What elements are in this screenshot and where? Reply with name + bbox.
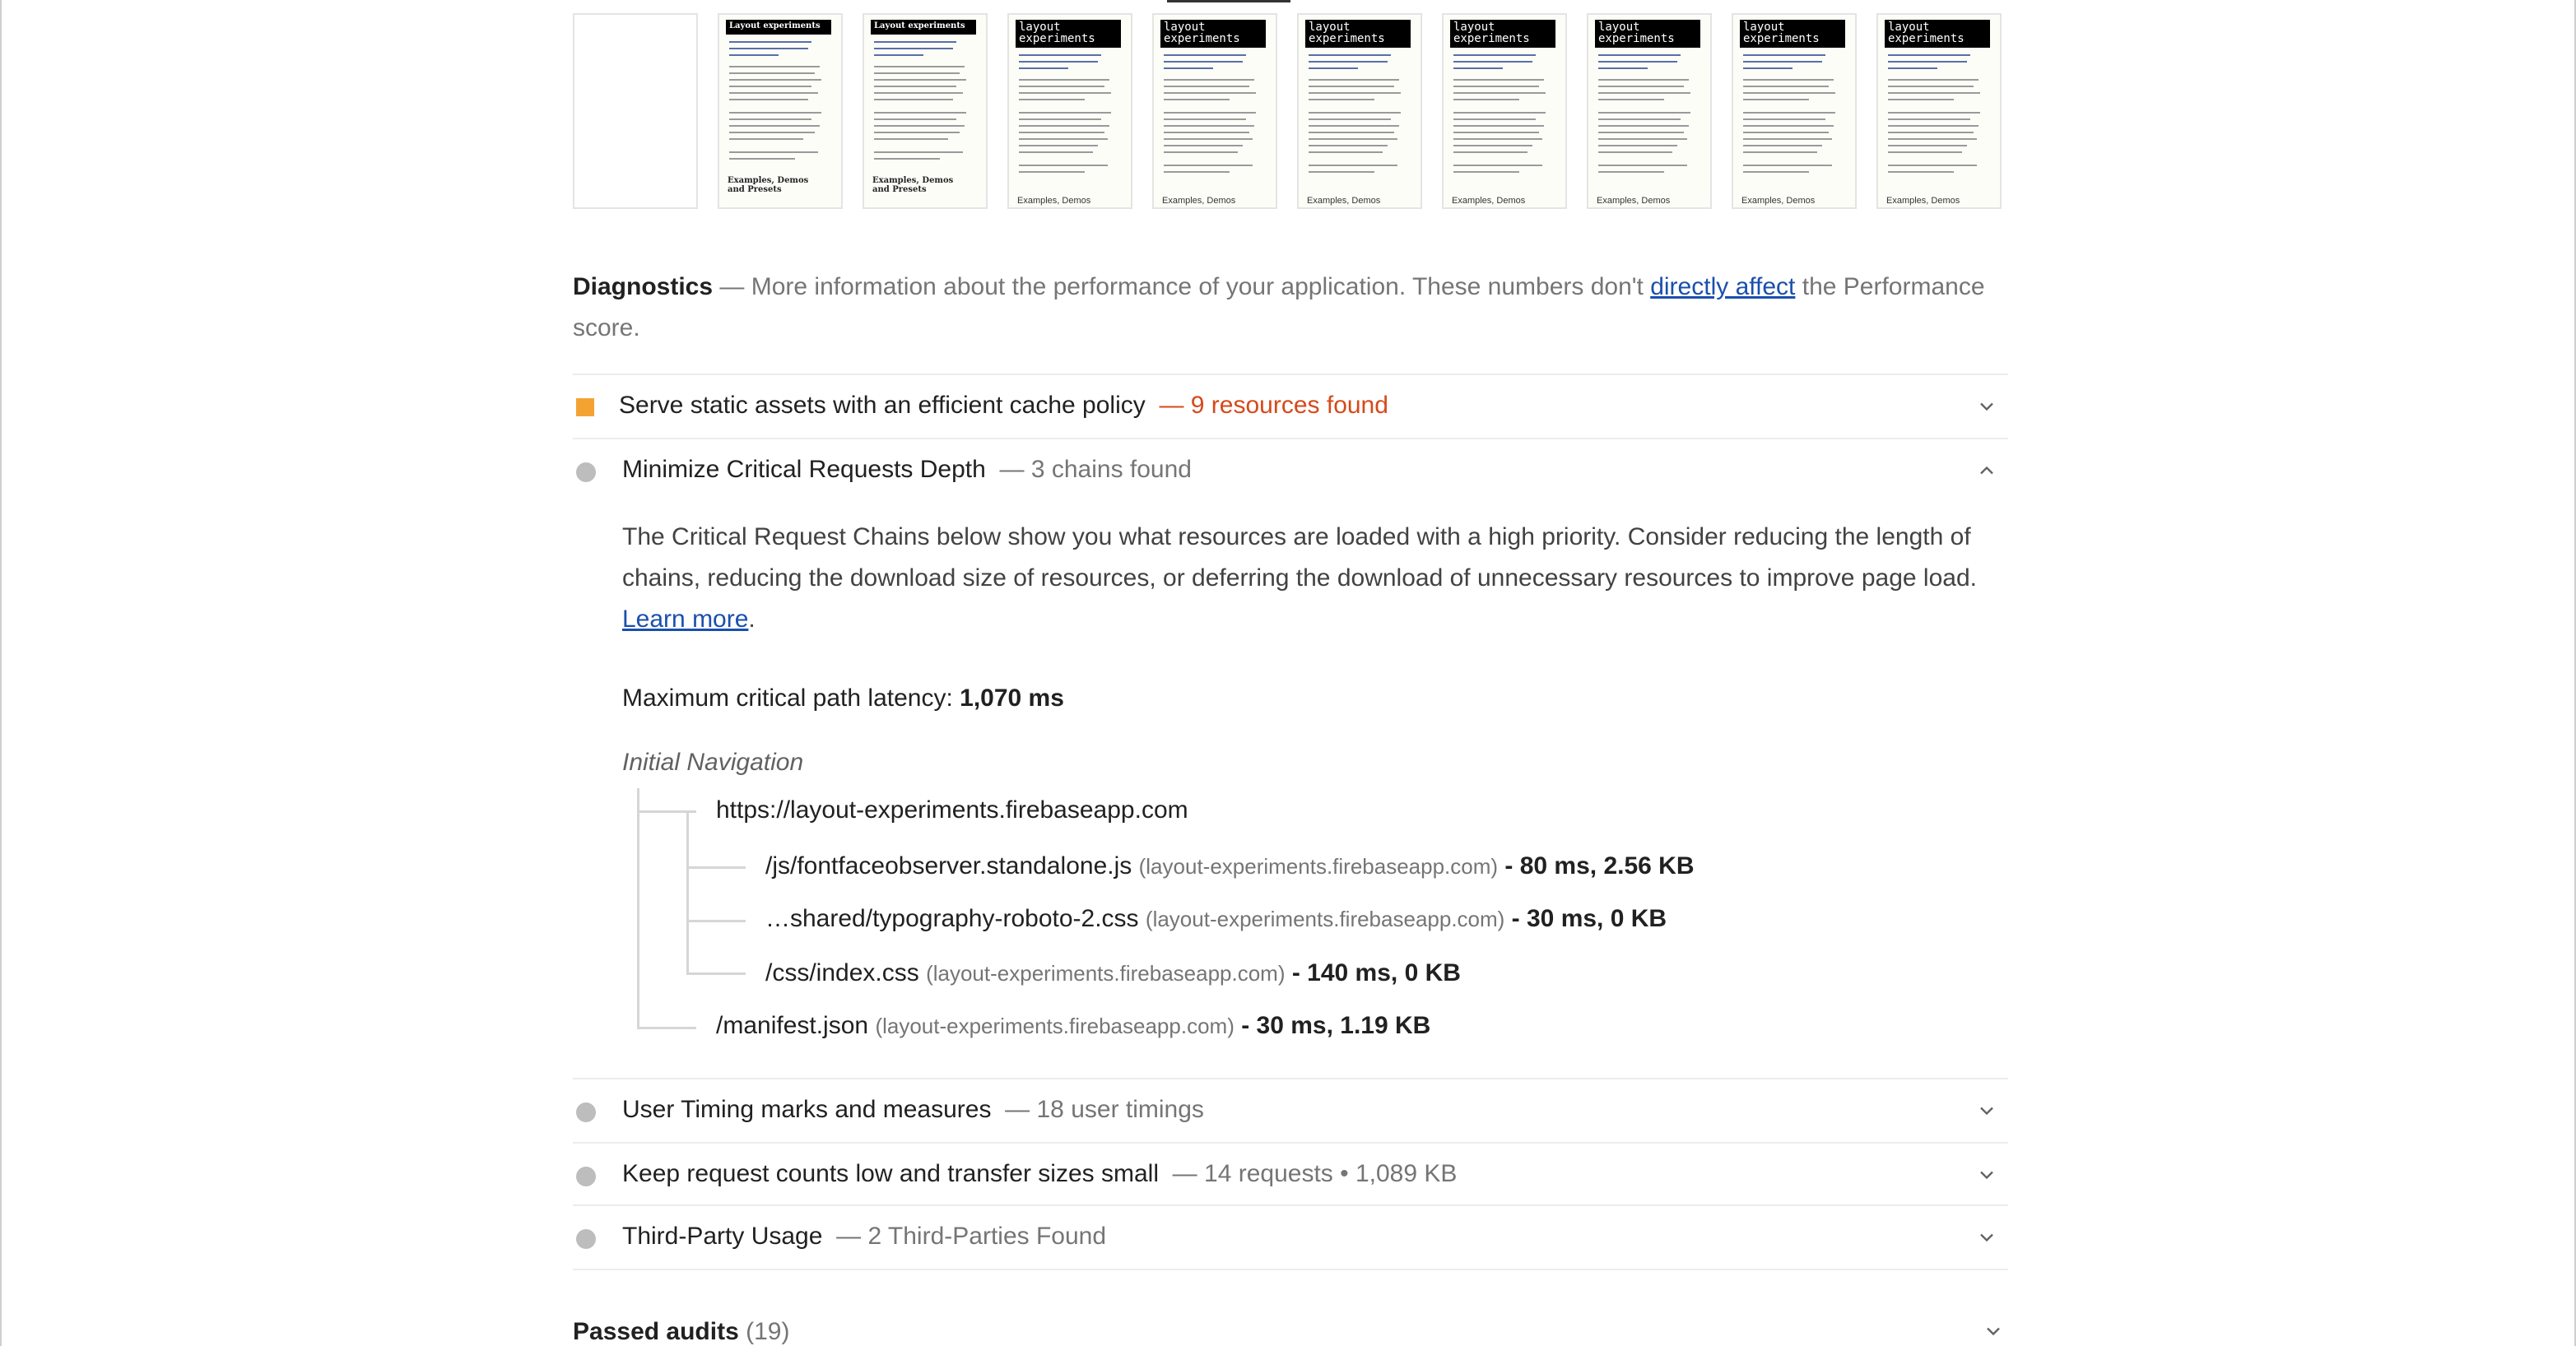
- chain-root-url: https://layout-experiments.firebaseapp.c…: [716, 796, 1188, 824]
- audit-title: Keep request counts low and transfer siz…: [622, 1160, 1159, 1187]
- filmstrip-frame: layout experiments Examples, Demos: [1876, 13, 2002, 209]
- tab-indicator: [1167, 0, 1290, 2]
- window-border-left: [0, 0, 2, 1346]
- chain-item: /css/index.css (layout-experiments.fireb…: [765, 959, 1461, 986]
- frame-footer: Examples, Demos: [1162, 196, 1236, 206]
- frame-header: Layout experiments: [726, 20, 831, 35]
- chevron-down-icon[interactable]: [1975, 1099, 1998, 1122]
- audit-detail: 9 resources found: [1190, 392, 1388, 419]
- frame-footer: Examples, Demos: [1886, 196, 1960, 206]
- gray-circle-icon: [576, 1102, 596, 1122]
- audit-title: Third-Party Usage: [622, 1223, 823, 1250]
- filmstrip-frame: layout experiments Examples, Demos: [1442, 13, 1567, 209]
- tree-line: [686, 866, 746, 869]
- filmstrip-frame: layout experiments Examples, Demos: [1732, 13, 1857, 209]
- frame-footer: Examples, Demos and Presets: [728, 176, 809, 194]
- divider: [573, 1269, 2008, 1270]
- frame-footer: Examples, Demos and Presets: [872, 176, 954, 194]
- frame-footer: Examples, Demos: [1452, 196, 1526, 206]
- chevron-down-icon[interactable]: [1975, 395, 1998, 418]
- audit-detail: 3 chains found: [1030, 456, 1192, 483]
- audit-title: Serve static assets with an efficient ca…: [619, 392, 1146, 419]
- frame-header: layout experiments: [1885, 20, 1990, 48]
- initial-navigation-label: Initial Navigation: [622, 749, 804, 776]
- audit-title: Minimize Critical Requests Depth: [622, 456, 986, 483]
- chain-item: /js/fontfaceobserver.standalone.js (layo…: [765, 852, 1695, 880]
- max-latency: Maximum critical path latency: 1,070 ms: [622, 685, 1064, 712]
- tree-line: [686, 920, 746, 922]
- filmstrip-frame: layout experiments Examples, Demos: [1587, 13, 1712, 209]
- frame-footer: Examples, Demos: [1307, 196, 1381, 206]
- audit-resource-summary[interactable]: Keep request counts low and transfer siz…: [573, 1142, 2008, 1206]
- diagnostics-title: Diagnostics: [573, 273, 714, 300]
- learn-more-link[interactable]: Learn more: [622, 606, 748, 633]
- chevron-down-icon[interactable]: [1975, 1163, 1998, 1186]
- gray-circle-icon: [576, 1167, 596, 1186]
- frame-header: layout experiments: [1016, 20, 1121, 48]
- audit-title: User Timing marks and measures: [622, 1096, 992, 1123]
- filmstrip-frame: [573, 13, 698, 209]
- filmstrip-frame: layout experiments Examples, Demos: [1297, 13, 1422, 209]
- passed-audits-header[interactable]: Passed audits (19): [573, 1318, 789, 1346]
- chevron-down-icon[interactable]: [1975, 1226, 1998, 1249]
- chain-item: …shared/typography-roboto-2.css (layout-…: [765, 905, 1667, 932]
- gray-circle-icon: [576, 1229, 596, 1249]
- frame-header: layout experiments: [1740, 20, 1845, 48]
- filmstrip-frame: Layout experiments Examples, Demos and P…: [863, 13, 988, 209]
- tree-line: [686, 813, 689, 974]
- frame-header: layout experiments: [1595, 20, 1700, 48]
- audit-third-party[interactable]: Third-Party Usage — 2 Third-Parties Foun…: [573, 1204, 2008, 1269]
- audit-critical-request-chains[interactable]: Minimize Critical Requests Depth — 3 cha…: [573, 438, 2008, 502]
- frame-header: layout experiments: [1305, 20, 1411, 48]
- audit-cache-policy[interactable]: Serve static assets with an efficient ca…: [573, 374, 2008, 438]
- passed-audits-count: (19): [746, 1318, 790, 1345]
- tree-line: [686, 972, 746, 975]
- frame-footer: Examples, Demos: [1597, 196, 1671, 206]
- filmstrip-frame: layout experiments Examples, Demos: [1152, 13, 1277, 209]
- chevron-down-icon[interactable]: [1982, 1320, 2005, 1343]
- frame-header: layout experiments: [1160, 20, 1266, 48]
- gray-circle-icon: [576, 462, 596, 482]
- frame-header: layout experiments: [1450, 20, 1555, 48]
- crc-description: The Critical Request Chains below show y…: [622, 523, 1977, 633]
- filmstrip: Layout experiments Examples, Demos and P…: [573, 13, 2005, 209]
- frame-header: Layout experiments: [871, 20, 976, 35]
- tree-line: [637, 1027, 696, 1029]
- audit-detail: 14 requests • 1,089 KB: [1204, 1160, 1458, 1187]
- audit-detail: 18 user timings: [1036, 1096, 1204, 1123]
- diagnostics-description: More information about the performance o…: [751, 273, 1644, 300]
- audit-detail: 2 Third-Parties Found: [867, 1223, 1107, 1250]
- audit-user-timings[interactable]: User Timing marks and measures — 18 user…: [573, 1078, 2008, 1142]
- filmstrip-frame: layout experiments Examples, Demos: [1007, 13, 1132, 209]
- tree-line: [637, 788, 639, 1028]
- filmstrip-frame: Layout experiments Examples, Demos and P…: [718, 13, 843, 209]
- latency-value: 1,070 ms: [960, 685, 1064, 712]
- chain-item: /manifest.json (layout-experiments.fireb…: [716, 1012, 1431, 1039]
- frame-footer: Examples, Demos: [1741, 196, 1816, 206]
- diagnostics-header: Diagnostics — More information about the…: [573, 273, 1985, 341]
- orange-square-icon: [576, 398, 594, 416]
- chevron-up-icon[interactable]: [1975, 459, 1998, 482]
- directly-affect-link[interactable]: directly affect: [1650, 273, 1795, 300]
- frame-footer: Examples, Demos: [1017, 196, 1091, 206]
